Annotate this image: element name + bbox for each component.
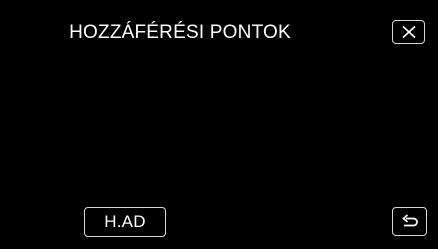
screen: HOZZÁFÉRÉSI PONTOK H.AD [0, 0, 438, 249]
close-icon [401, 25, 417, 39]
had-button[interactable]: H.AD [84, 207, 166, 237]
page-title: HOZZÁFÉRÉSI PONTOK [69, 22, 291, 43]
return-icon [400, 213, 420, 230]
back-button[interactable] [392, 207, 427, 236]
close-button[interactable] [392, 20, 425, 44]
